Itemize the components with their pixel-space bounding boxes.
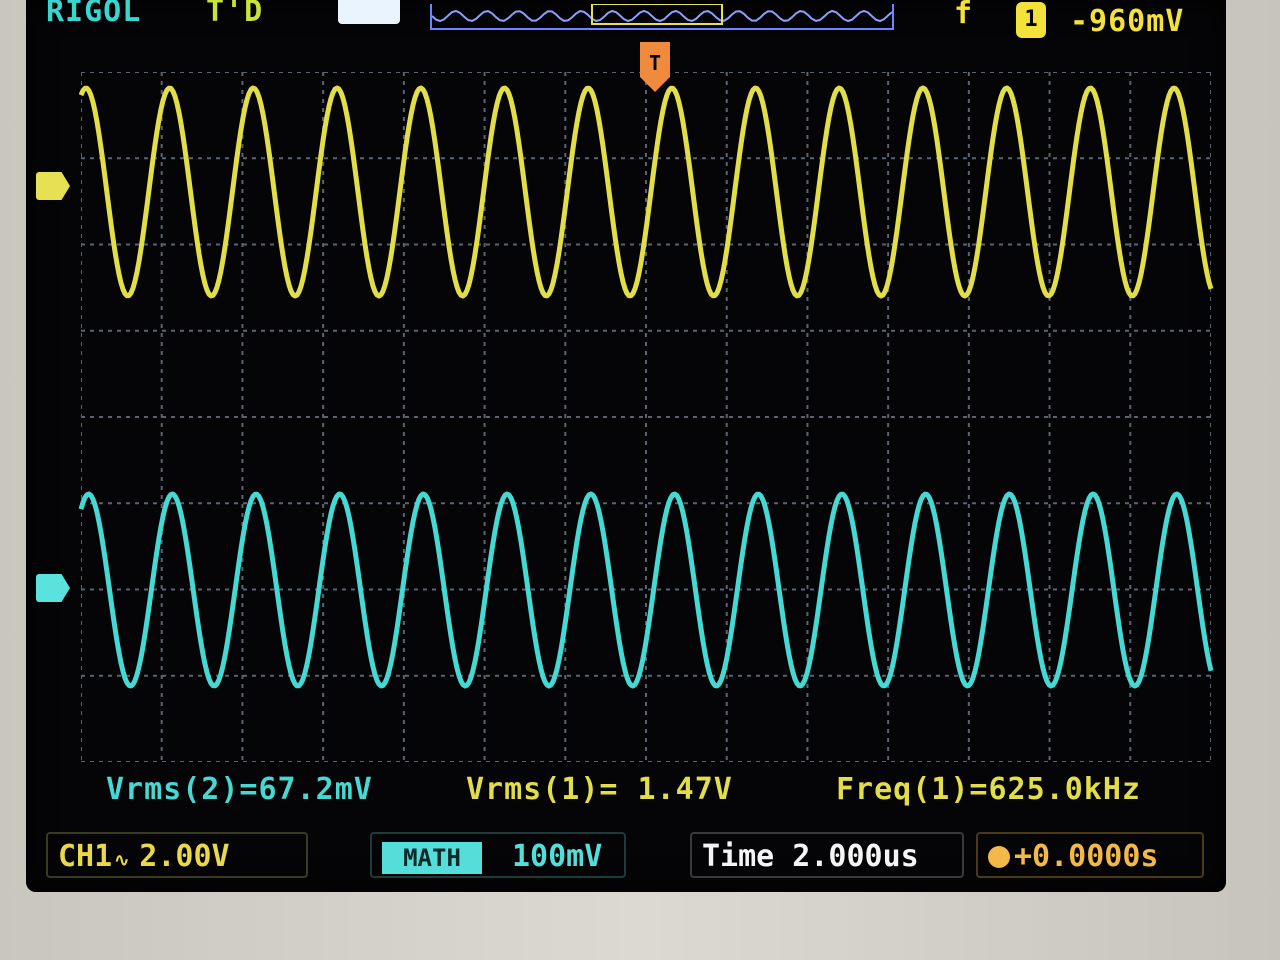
measurement-vrms-ch1: Vrms(1)= 1.47V	[466, 772, 733, 807]
status-bar: CH1 ∿ 2.00V MATH 100mV Time 2.000us +0.0000…	[26, 826, 1226, 886]
measurement-vrms-ch2: Vrms(2)=67.2mV	[106, 772, 373, 807]
ch1-scale: 2.00V	[139, 839, 230, 874]
ch1-scale-box[interactable]: CH1 ∿ 2.00V	[46, 832, 308, 878]
ch2-waveform	[78, 491, 1214, 689]
measurement-freq-ch1: Freq(1)=625.0kHz	[836, 772, 1141, 807]
ch1-label: CH1	[58, 839, 113, 874]
ch1-waveform	[78, 85, 1214, 299]
ch2-tag: MATH	[382, 842, 482, 874]
oscilloscope-screen: RIGOL T'D f 1 -960mV T Vrms(2)=67.2mV Vr…	[26, 0, 1226, 892]
ac-coupling-icon: ∿	[114, 850, 130, 871]
timebase-box[interactable]: Time 2.000us	[690, 832, 964, 878]
timebase-value: Time 2.000us	[702, 839, 919, 874]
ch2-scale-box[interactable]: MATH 100mV	[370, 832, 626, 878]
horizontal-offset-box[interactable]: +0.0000s	[976, 832, 1204, 878]
offset-icon	[988, 846, 1010, 868]
waveform-area	[78, 85, 1214, 689]
ch2-scale: 100mV	[512, 839, 603, 874]
horizontal-offset: +0.0000s	[1014, 839, 1159, 874]
